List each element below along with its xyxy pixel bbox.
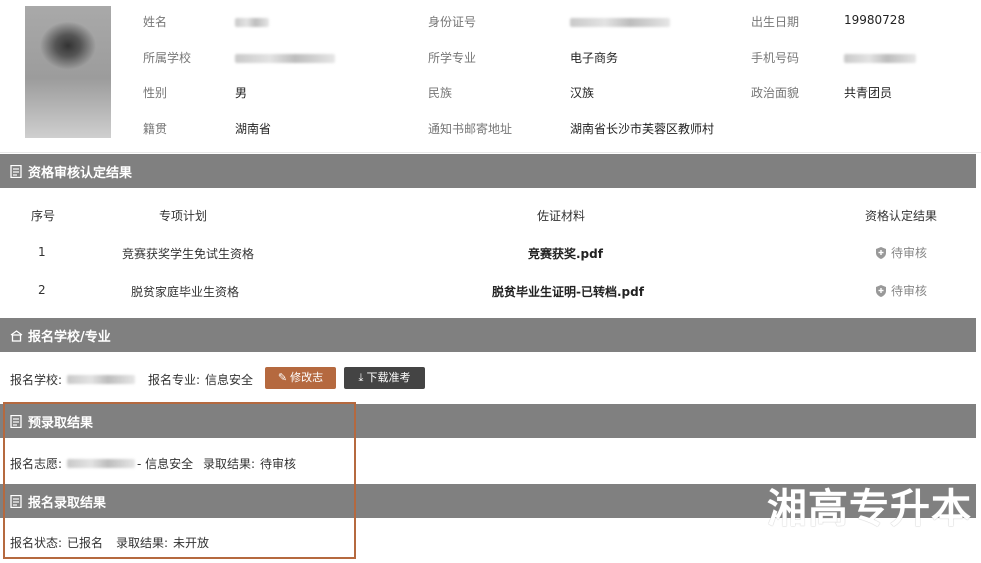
col-header-material: 佐证材料 [537, 209, 586, 223]
watermark: 湘高专升本 [767, 486, 972, 532]
name-value-redacted [235, 15, 269, 29]
enroll-status-label: 报名状态: [10, 536, 63, 550]
row-1-plan: 竞赛获奖学生免试生资格 [122, 247, 255, 261]
phone-value-redacted [844, 51, 916, 65]
shield-icon [876, 246, 886, 259]
gender-value: 男 [235, 86, 248, 100]
major-value: 电子商务 [570, 51, 619, 65]
row-1-index: 1 [38, 245, 46, 259]
native-label: 籍贯 [143, 122, 168, 136]
address-label: 通知书邮寄地址 [428, 122, 513, 136]
row-1-material-link[interactable]: 竞赛获奖.pdf [528, 245, 603, 262]
row-2-index: 2 [38, 283, 46, 297]
school-value-redacted [235, 51, 335, 65]
modify-wish-button[interactable]: ✎ 修改志愿 [265, 367, 336, 406]
birth-value: 19980728 [844, 13, 906, 27]
row-1-result-text: 待审核 [891, 246, 928, 260]
col-header-result: 资格认定结果 [865, 209, 938, 223]
major-label: 所学专业 [428, 51, 477, 65]
col-header-plan: 专项计划 [159, 209, 208, 223]
document-icon [10, 494, 23, 508]
enroll-result-label: 录取结果: [116, 536, 169, 550]
pre-result-label: 录取结果: [203, 457, 256, 471]
enroll-status-value: 已报名 [67, 536, 104, 550]
apply-section-header: 报名学校/专业 [0, 318, 976, 352]
apply-major-value: 信息安全 [205, 373, 254, 387]
ethnic-label: 民族 [428, 86, 453, 100]
pre-result-value: 待审核 [260, 457, 297, 471]
political-value: 共青团员 [844, 86, 893, 100]
document-icon [10, 164, 23, 178]
phone-label: 手机号码 [751, 51, 800, 65]
section-title: 资格审核认定结果 [28, 165, 133, 181]
school-icon [10, 329, 23, 342]
ethnic-value: 汉族 [570, 86, 595, 100]
section-title: 预录取结果 [28, 415, 94, 431]
address-value: 湖南省长沙市芙蓉区教师村 [570, 122, 715, 136]
section-title: 报名学校/专业 [28, 329, 111, 345]
download-icon: ⤓ [358, 372, 364, 384]
row-2-result-text: 待审核 [891, 284, 928, 298]
apply-major-label: 报名专业: [148, 373, 201, 387]
pre-wish-major: - 信息安全 [137, 457, 194, 471]
document-icon [10, 414, 23, 428]
edit-icon: ✎ [277, 372, 288, 384]
native-value: 湖南省 [235, 122, 272, 136]
political-label: 政治面貌 [751, 86, 800, 100]
row-2-material-link[interactable]: 脱贫毕业生证明-已转档.pdf [492, 283, 644, 300]
birth-label: 出生日期 [751, 15, 800, 29]
enroll-result-value: 未开放 [173, 536, 210, 550]
student-profile: 姓名 身份证号 出生日期 19980728 所属学校 所学专业 电子商务 手机号… [0, 0, 981, 153]
id-label: 身份证号 [428, 15, 477, 29]
pre-wish-school-redacted [67, 456, 135, 470]
download-admission-ticket-button[interactable]: ⤓ 下载准考证 [344, 367, 425, 406]
avatar [25, 6, 111, 138]
pre-admission-section-header: 预录取结果 [0, 404, 976, 438]
school-label: 所属学校 [143, 51, 192, 65]
col-header-index: 序号 [31, 209, 56, 223]
row-1-result: 待审核 [874, 244, 927, 261]
shield-icon [876, 284, 886, 297]
id-value-redacted [570, 15, 670, 29]
row-2-plan: 脱贫家庭毕业生资格 [131, 285, 240, 299]
pre-wish-label: 报名志愿: [10, 457, 63, 471]
apply-school-label: 报名学校: [10, 373, 63, 387]
name-label: 姓名 [143, 15, 168, 29]
row-2-result: 待审核 [874, 282, 927, 299]
gender-label: 性别 [143, 86, 168, 100]
apply-school-value-redacted [67, 372, 135, 386]
qualification-section-header: 资格审核认定结果 [0, 154, 976, 188]
section-title: 报名录取结果 [28, 495, 107, 511]
